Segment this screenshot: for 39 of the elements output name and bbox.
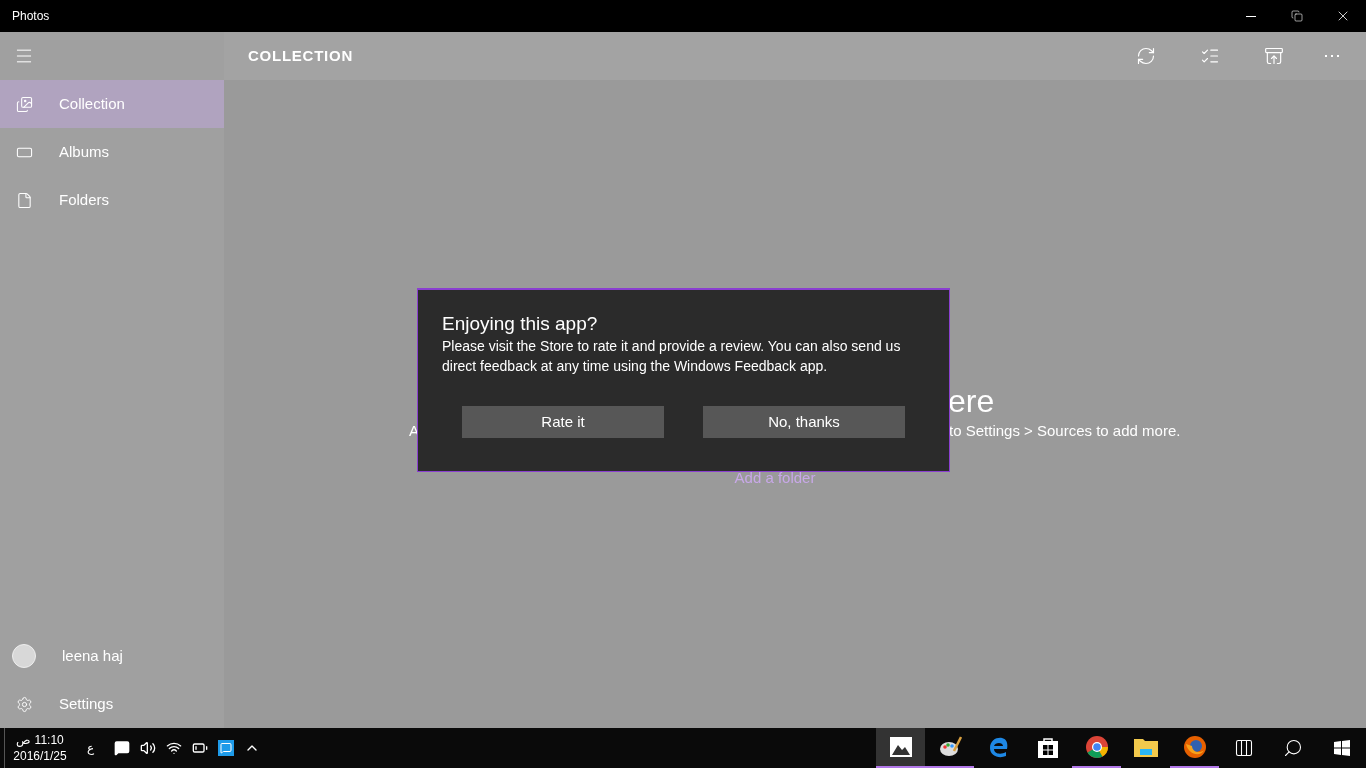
clock-date: 2016/1/25	[13, 748, 67, 764]
clock-time: 11:10 ص	[16, 732, 64, 748]
input-indicator: ع	[87, 740, 94, 756]
heading-text: ere	[948, 383, 995, 419]
description-text: to Settings > Sources to add more.	[949, 421, 1181, 441]
search-icon	[1282, 738, 1303, 758]
nav-item[interactable]: Albums	[0, 128, 224, 176]
nav-item[interactable]: Collection	[0, 80, 224, 128]
minimize-icon	[1246, 15, 1256, 17]
nav-item[interactable]: Folders	[0, 176, 224, 224]
folder-icon	[1133, 737, 1158, 757]
round-browser-icon	[1085, 736, 1108, 758]
settings-icon	[16, 695, 33, 713]
page-icon	[16, 191, 33, 209]
refresh-icon	[1136, 46, 1156, 66]
dialog-button[interactable]: Rate it	[462, 406, 664, 438]
avatar	[12, 644, 36, 668]
task-view-icon	[1233, 738, 1254, 758]
battery-icon[interactable]	[192, 740, 208, 756]
page-title: COLLECTION	[248, 45, 354, 66]
dialog-message: Please visit the Store to rate it and provide a review. You can also send us direct feedback at any time using the Windows Feedback app.	[442, 337, 902, 376]
shopping-bag-icon	[1037, 736, 1058, 758]
volume-icon[interactable]	[140, 740, 156, 756]
taskbar-app-button[interactable]	[876, 728, 925, 768]
windows-logo-icon	[1333, 740, 1350, 756]
notification-icon[interactable]	[114, 740, 130, 756]
pictures-icon	[16, 95, 33, 113]
mountain-picture-icon	[889, 737, 912, 757]
chat-bubble-icon[interactable]	[218, 740, 234, 756]
account-item[interactable]: leena haj	[0, 632, 224, 680]
tray-arrow-icon	[1264, 46, 1284, 66]
dialog-title: Enjoying this app?	[442, 312, 599, 336]
wifi-icon[interactable]	[166, 740, 182, 756]
window-title: Photos	[11, 8, 51, 24]
dialog-button[interactable]: No, thanks	[703, 406, 905, 438]
letter-e-icon	[987, 736, 1010, 758]
settings-item[interactable]: Settings	[0, 680, 224, 728]
restore-icon	[1291, 10, 1303, 22]
paint-palette-icon	[937, 735, 962, 759]
